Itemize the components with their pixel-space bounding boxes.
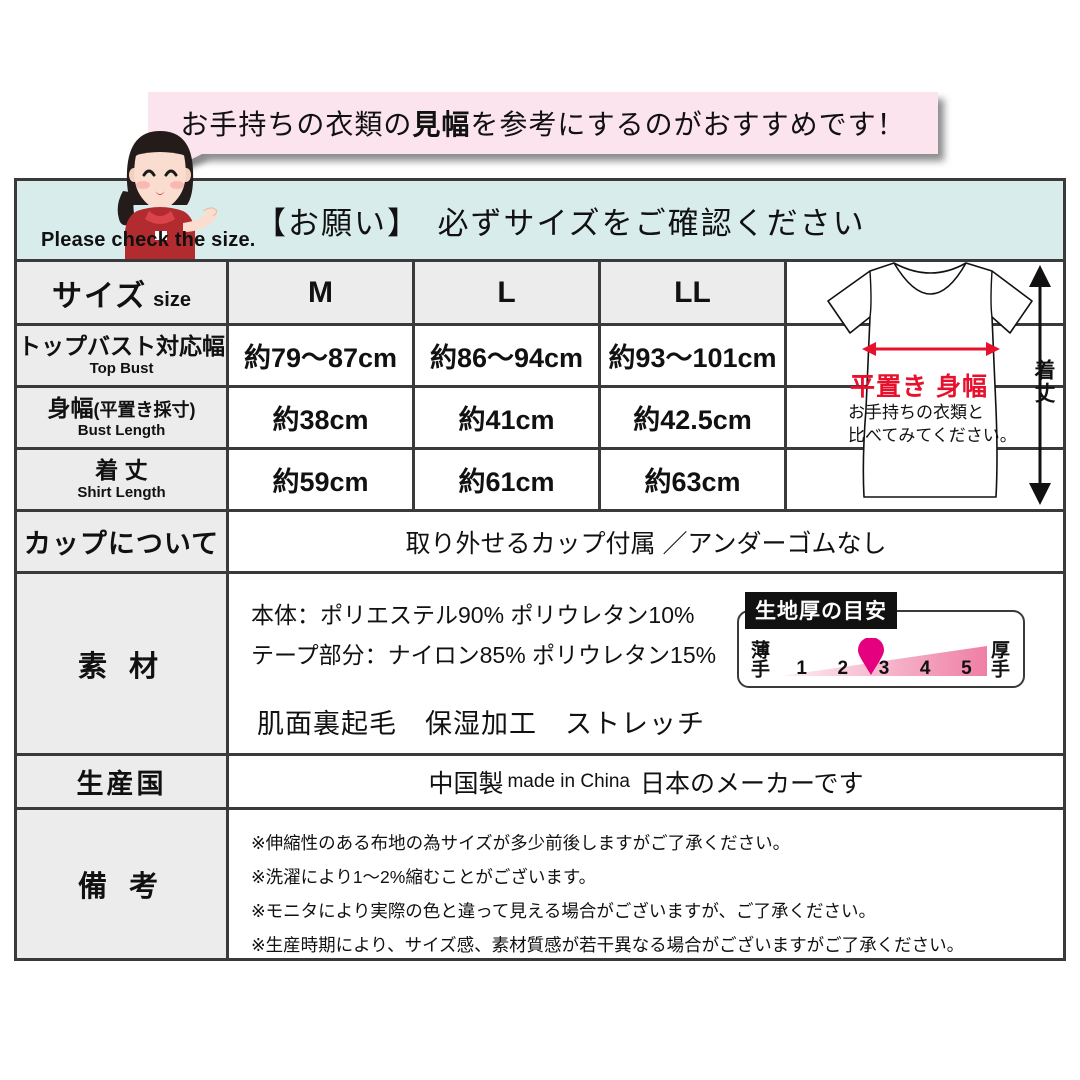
value-cup: 取り外せるカップ付属 ／アンダーゴムなし	[229, 512, 1063, 571]
gauge-thin-label: 薄手	[748, 640, 773, 678]
row-label-bust-length-sub: (平置き採寸)	[93, 400, 196, 421]
material-line-2: テープ部分：ナイロン85% ポリウレタン15%	[251, 642, 717, 668]
row-label-shirt-length: 着 丈 Shirt Length	[17, 450, 229, 509]
note-item-2: ※洗濯により1〜2%縮むことがございます。	[251, 867, 597, 888]
fabric-thickness-gauge: 1 2 3 4 5 薄手 厚手 生地厚の目安	[737, 592, 1025, 688]
gauge-number-4: 4	[919, 658, 931, 679]
country-value-ja: 中国製	[428, 769, 504, 798]
value-shirt-length-l: 約61cm	[415, 450, 601, 509]
row-label-bust-length-ja: 身幅	[47, 395, 94, 422]
size-header-label-en: size	[153, 288, 191, 311]
gauge-thin-text: 薄手	[748, 640, 769, 678]
row-label-country: 生産国	[17, 756, 229, 807]
value-notes: ※伸縮性のある布地の為サイズが多少前後しますがご了承ください。 ※洗濯により1〜…	[229, 810, 1063, 958]
banner-english-text: Please check the size.	[41, 229, 256, 251]
tip-bubble-body: お手持ちの衣類の見幅を参考にするのがおすすめです！	[148, 92, 938, 187]
tip-text-after: を参考にするのがおすすめです！	[470, 109, 906, 140]
country-value-en: made in China	[507, 770, 631, 792]
gauge-thick-text: 厚手	[988, 640, 1009, 678]
gauge-number-1: 1	[796, 658, 807, 679]
gauge-title: 生地厚の目安	[745, 592, 897, 629]
table-row-cup: カップについて 取り外せるカップ付属 ／アンダーゴムなし	[17, 512, 1063, 574]
value-country: 中国製 made in China 日本のメーカーです	[229, 756, 1063, 807]
size-chart-page: お手持ちの衣類の見幅を参考にするのがおすすめです！ 【お願い】 必ずサイズをご確…	[0, 0, 1080, 1080]
row-label-bust-length-en: Bust Length	[77, 421, 166, 439]
shirt-width-label: 平置き 身幅	[850, 373, 988, 401]
row-label-cup-text: カップについて	[23, 529, 220, 559]
value-bust-length-ll: 約42.5cm	[601, 388, 787, 447]
row-label-cup: カップについて	[17, 512, 229, 571]
shirt-measurement-diagram: 平置き 身幅 お手持ちの衣類と 比べてみてください。 着丈	[796, 259, 1066, 508]
table-row-notes: 備 考 ※伸縮性のある布地の為サイズが多少前後しますがご了承ください。 ※洗濯に…	[17, 810, 1063, 958]
size-column-m: M	[229, 262, 415, 323]
value-top-bust-ll: 約93〜101cm	[601, 326, 787, 385]
row-label-notes-text: 備 考	[77, 871, 166, 903]
value-shirt-length-m: 約59cm	[229, 450, 415, 509]
banner-title: 【お願い】 必ずサイズをご確認ください	[255, 205, 866, 241]
note-item-4: ※生産時期により、サイズ感、素材質感が若干異なる場合がございますがご了承ください…	[251, 935, 965, 956]
banner-row: 【お願い】 必ずサイズをご確認ください Please check the siz…	[17, 131, 1063, 262]
note-item-3: ※モニタにより実際の色と違って見える場合がございますが、ご了承ください。	[251, 901, 877, 922]
gauge-thick-label: 厚手	[988, 640, 1013, 678]
value-top-bust-m: 約79〜87cm	[229, 326, 415, 385]
shirt-width-note-line2: 比べてみてください。	[848, 425, 1017, 445]
row-label-top-bust-ja: トップバスト対応幅	[18, 333, 225, 360]
size-column-l: L	[415, 262, 601, 323]
shirt-length-label: 着丈	[1032, 359, 1055, 405]
size-column-ll: LL	[601, 262, 787, 323]
gauge-number-5: 5	[961, 658, 972, 679]
material-line-1: 本体：ポリエステル90% ポリウレタン10%	[251, 602, 695, 628]
shirt-width-note: お手持ちの衣類と 比べてみてください。	[848, 402, 1017, 448]
gauge-marker-pin-icon	[857, 637, 885, 681]
shirt-width-note-line1: お手持ちの衣類と	[848, 403, 984, 422]
size-header-label-ja: サイズ	[52, 279, 148, 313]
please-check-banner: 【お願い】 必ずサイズをご確認ください Please check the siz…	[17, 131, 1063, 259]
row-label-material: 素 材	[17, 574, 229, 753]
table-row-country: 生産国 中国製 made in China 日本のメーカーです	[17, 756, 1063, 810]
row-label-shirt-length-en: Shirt Length	[77, 483, 166, 501]
tip-text-emphasis: 見幅	[412, 109, 471, 140]
value-shirt-length-ll: 約63cm	[601, 450, 787, 509]
row-label-bust-length: 身幅(平置き採寸) Bust Length	[17, 388, 229, 447]
row-label-top-bust: トップバスト対応幅 Top Bust	[17, 326, 229, 385]
value-bust-length-l: 約41cm	[415, 388, 601, 447]
size-header-label: サイズ size	[17, 262, 229, 323]
country-value-note: 日本のメーカーです	[640, 769, 864, 798]
value-bust-length-m: 約38cm	[229, 388, 415, 447]
row-label-shirt-length-ja: 着 丈	[95, 457, 148, 484]
note-item-1: ※伸縮性のある布地の為サイズが多少前後しますがご了承ください。	[251, 833, 791, 853]
row-label-top-bust-en: Top Bust	[89, 359, 154, 377]
row-label-notes: 備 考	[17, 810, 229, 958]
tip-speech-bubble: お手持ちの衣類の見幅を参考にするのがおすすめです！	[148, 92, 938, 187]
material-features: 肌面裏起毛 保湿加工 ストレッチ	[257, 709, 705, 739]
tip-bubble-text: お手持ちの衣類の見幅を参考にするのがおすすめです！	[180, 103, 905, 143]
value-material: 本体：ポリエステル90% ポリウレタン10% テープ部分：ナイロン85% ポリウ…	[229, 574, 1063, 753]
row-label-country-text: 生産国	[76, 769, 167, 799]
value-top-bust-l: 約86〜94cm	[415, 326, 601, 385]
table-row-material: 素 材 本体：ポリエステル90% ポリウレタン10% テープ部分：ナイロン85%…	[17, 574, 1063, 756]
row-label-material-text: 素 材	[77, 650, 166, 683]
